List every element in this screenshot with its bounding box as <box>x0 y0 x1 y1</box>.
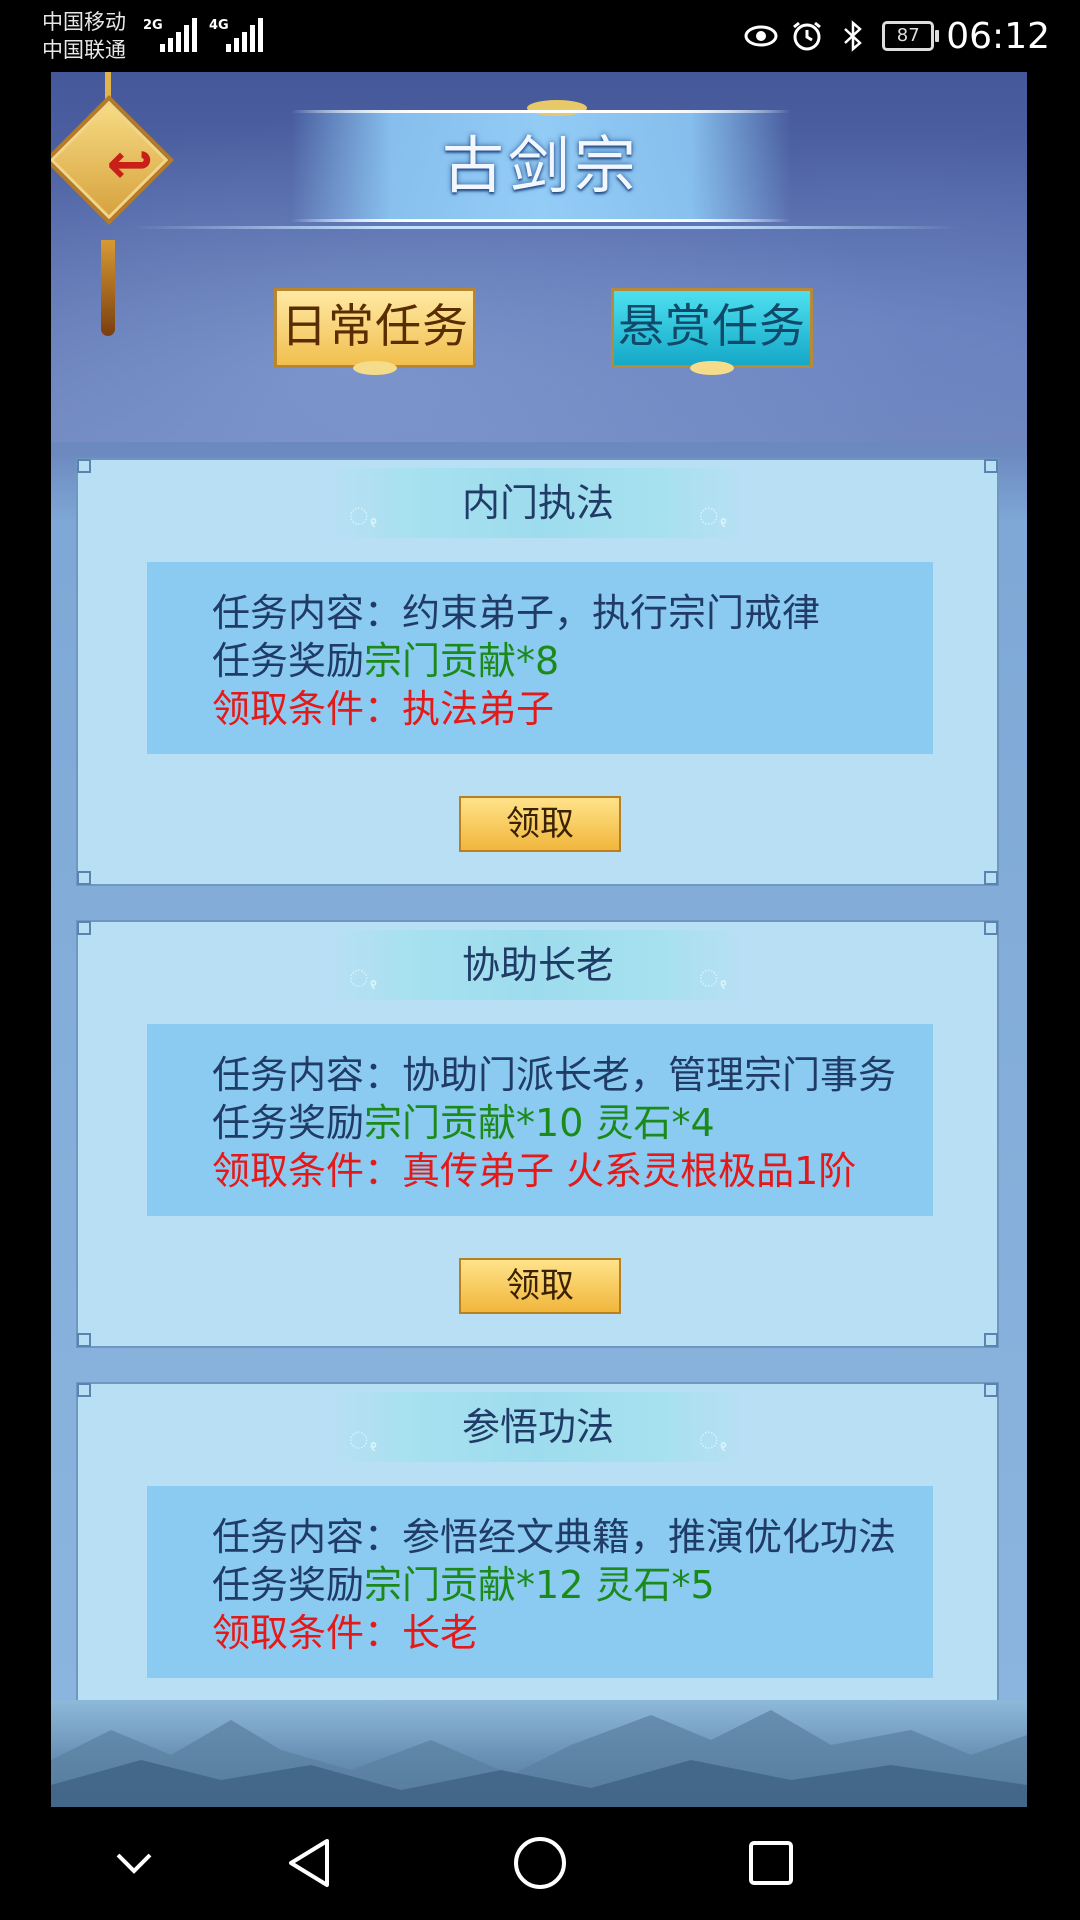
quest-content-line: 任务内容：协助门派长老，管理宗门事务 <box>212 1053 897 1097</box>
quest-content-line: 任务内容：参悟经文典籍，推演优化功法 <box>212 1515 897 1559</box>
carrier-1: 中国移动 <box>42 10 126 34</box>
quest-info-box: 任务内容：协助门派长老，管理宗门事务 任务奖励宗门贡献*10 灵石*4 领取条件… <box>147 1024 933 1216</box>
quest-reward: 宗门贡献*12 灵石*5 <box>364 1563 715 1607</box>
status-icons: 87 06:12 <box>744 10 1050 62</box>
recents-square-icon[interactable] <box>743 1835 799 1891</box>
quest-condition: 执法弟子 <box>402 687 555 731</box>
bluetooth-icon <box>836 19 870 53</box>
quest-reward-line: 任务奖励宗门贡献*10 灵石*4 <box>212 1101 715 1145</box>
return-arrow-icon[interactable]: ↩ <box>95 130 165 200</box>
tab-daily-quests-label: 日常任务 <box>281 299 469 353</box>
claim-button[interactable]: 领取 <box>459 796 621 852</box>
mountain-landscape <box>51 1700 1027 1807</box>
quest-content: 协助门派长老，管理宗门事务 <box>402 1053 897 1097</box>
battery-indicator: 87 <box>882 21 940 51</box>
quest-reward: 宗门贡献*10 灵石*4 <box>364 1101 715 1145</box>
quest-title: 协助长老 <box>461 943 614 987</box>
quest-condition-line: 领取条件：真传弟子 火系灵根极品1阶 <box>212 1149 857 1193</box>
tassel-decoration <box>101 240 115 336</box>
quest-title: 参悟功法 <box>461 1405 614 1449</box>
android-nav-bar <box>0 1807 1080 1920</box>
header: ↩ 古剑宗 日常任务 悬赏任务 <box>51 72 1027 442</box>
quest-reward-line: 任务奖励宗门贡献*12 灵石*5 <box>212 1563 715 1607</box>
signal-bars-2-icon <box>226 18 266 52</box>
quest-content-line: 任务内容：约束弟子，执行宗门戒律 <box>212 591 821 635</box>
quest-content: 参悟经文典籍，推演优化功法 <box>402 1515 897 1559</box>
game-screen: ↩ 古剑宗 日常任务 悬赏任务 ꩻ ꩻ 内门执法 任务内容：约束弟子，执行宗门戒… <box>51 72 1027 1807</box>
tab-bounty-quests[interactable]: 悬赏任务 <box>611 288 813 375</box>
quest-info-box: 任务内容：参悟经文典籍，推演优化功法 任务奖励宗门贡献*12 灵石*5 领取条件… <box>147 1486 933 1678</box>
status-bar: 中国移动 中国联通 2G 4G 87 06:12 <box>0 0 1080 72</box>
header-divider <box>131 226 961 229</box>
carrier-names: 中国移动 中国联通 <box>42 8 126 64</box>
clock: 06:12 <box>946 15 1050 57</box>
tab-daily-quests[interactable]: 日常任务 <box>274 288 476 375</box>
quest-condition: 真传弟子 火系灵根极品1阶 <box>402 1149 857 1193</box>
quest-condition-line: 领取条件：长老 <box>212 1611 479 1655</box>
quest-card: ꩻ ꩻ 参悟功法 任务内容：参悟经文典籍，推演优化功法 任务奖励宗门贡献*12 … <box>76 1382 999 1700</box>
chevron-down-icon[interactable] <box>106 1835 162 1891</box>
quest-info-box: 任务内容：约束弟子，执行宗门戒律 任务奖励宗门贡献*8 领取条件：执法弟子 <box>147 562 933 754</box>
home-circle-icon[interactable] <box>512 1835 568 1891</box>
carrier-2: 中国联通 <box>42 38 126 62</box>
eye-icon <box>744 19 778 53</box>
back-triangle-icon[interactable] <box>281 1835 337 1891</box>
tab-bounty-quests-label: 悬赏任务 <box>618 299 806 353</box>
quest-condition-line: 领取条件：执法弟子 <box>212 687 555 731</box>
signal-bars-1-icon <box>160 18 200 52</box>
quest-card: ꩻ ꩻ 协助长老 任务内容：协助门派长老，管理宗门事务 任务奖励宗门贡献*10 … <box>76 920 999 1348</box>
quest-condition: 长老 <box>402 1611 479 1655</box>
quest-card: ꩻ ꩻ 内门执法 任务内容：约束弟子，执行宗门戒律 任务奖励宗门贡献*8 领取条… <box>76 458 999 886</box>
quest-reward: 宗门贡献*8 <box>364 639 560 683</box>
quest-content: 约束弟子，执行宗门戒律 <box>402 591 821 635</box>
claim-button[interactable]: 领取 <box>459 1258 621 1314</box>
page-title: 古剑宗 <box>441 129 640 202</box>
quest-reward-line: 任务奖励宗门贡献*8 <box>212 639 560 683</box>
alarm-icon <box>790 19 824 53</box>
quest-title: 内门执法 <box>461 481 614 525</box>
